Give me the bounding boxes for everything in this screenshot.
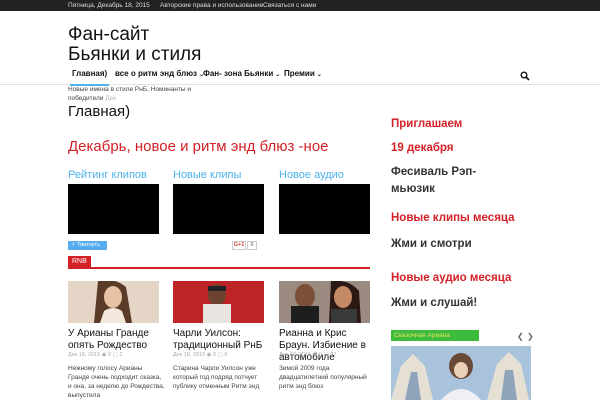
sidebar-new-audio[interactable]: Новые аудио месяца (391, 272, 511, 284)
sidebar-invite[interactable]: Приглашаем (391, 118, 462, 130)
chevron-right-icon[interactable]: ❯ (527, 332, 534, 341)
tweet-button[interactable]: ✧ Твитнуть (68, 241, 107, 250)
link-copyright[interactable]: Авторские права и использование (160, 1, 263, 10)
comment-count: 27 (330, 352, 337, 358)
ticker-date: Дек (105, 95, 117, 102)
article-thumbnail[interactable] (68, 281, 159, 323)
article-excerpt: Зимой 2009 года двадцатилетний популярны… (279, 365, 367, 390)
article-meta: Дек 18, 2015 ◉ 0 ▢ 2 (68, 352, 122, 358)
link-contact[interactable]: Связаться с нами (263, 1, 316, 10)
tweet-label: Твитнуть (77, 242, 100, 248)
article-meta: Дек 17, 2015 ◉ 0 ▢ 27 (279, 352, 336, 358)
logo-line-1: Фан-сайт (68, 24, 150, 45)
sidebar-listen-link[interactable]: Жми и слушай! (391, 297, 477, 309)
nav-item-label: все о ритм энд блюз (115, 69, 197, 78)
sidebar-date[interactable]: 19 декабря (391, 142, 454, 154)
article-title[interactable]: Рианна и Крис Браун. Избиение в автомоби… (279, 328, 374, 364)
section-divider (68, 267, 370, 269)
chevron-down-icon: ⌄ (316, 72, 322, 78)
nav-item-fan-zone[interactable]: Фан- зона Бьянки ⌄ (203, 63, 280, 85)
column-heading-new-audio[interactable]: Новое аудио (279, 169, 344, 181)
view-count: 0 (108, 352, 112, 358)
chevron-left-icon[interactable]: ❮ (517, 332, 524, 341)
ticker-text: Новые имена в стиле РнБ. Номинанты и поб… (68, 86, 192, 102)
video-player[interactable] (68, 184, 159, 234)
view-count: 0 (213, 352, 217, 358)
article-excerpt: Нежному голосу Арианы Гранде очень подхо… (68, 365, 165, 399)
nav-item-awards[interactable]: Премии ⌄ (284, 63, 322, 85)
site-logo[interactable]: Фан-сайт Бьянки и стиля (68, 25, 201, 65)
chevron-down-icon: ⌄ (275, 72, 281, 78)
column-heading-new-clips[interactable]: Новые клипы (173, 169, 241, 181)
nav-item-rnb[interactable]: все о ритм энд блюз ⌄ (115, 63, 204, 85)
main-heading: Декабрь, новое и ритм энд блюз -ное (68, 138, 329, 155)
nav-item-home[interactable]: Главная) (70, 63, 110, 86)
nav-item-label: Главная) (72, 69, 108, 78)
article-date: Дек 18, 2015 (68, 352, 101, 358)
comment-count: 2 (119, 352, 123, 358)
top-bar-date: Пятница, Декабрь 18, 2015 (68, 2, 150, 9)
article-excerpt: Старина Чарли Уилсон уже который год под… (173, 365, 260, 390)
video-player[interactable] (279, 184, 370, 234)
article-title[interactable]: У Арианы Гранде опять Рождество (68, 328, 163, 352)
sidebar-widget-title: Сказочная Ариана (391, 330, 479, 341)
article-date: Дек 18, 2015 (173, 352, 206, 358)
sidebar-watch-link[interactable]: Жми и смотри (391, 238, 472, 250)
gplus-button[interactable]: G+1 (232, 241, 246, 250)
comment-count: 0 (224, 352, 228, 358)
article-date: Дек 17, 2015 (279, 352, 312, 358)
nav-item-label: Фан- зона Бьянки (203, 69, 274, 78)
search-icon[interactable] (520, 68, 530, 81)
column-heading-ratings[interactable]: Рейтинг клипов (68, 169, 147, 181)
logo-line-2: Бьянки и стиля (68, 44, 202, 65)
nav-item-label: Премии (284, 69, 315, 78)
sidebar-festival-line-1[interactable]: Фесиваль Рэп- (391, 166, 476, 178)
main-nav: Главная) все о ритм энд блюз ⌄ Фан- зона … (0, 63, 600, 86)
news-ticker[interactable]: Новые имена в стиле РнБ. Номинанты и поб… (68, 85, 198, 103)
sidebar-new-clips[interactable]: Новые клипы месяца (391, 212, 515, 224)
article-thumbnail[interactable] (279, 281, 370, 323)
video-player[interactable] (173, 184, 264, 234)
article-meta: Дек 18, 2015 ◉ 0 ▢ 0 (173, 352, 227, 358)
article-thumbnail[interactable] (173, 281, 264, 323)
sidebar-festival-line-2[interactable]: мьюзик (391, 183, 435, 195)
view-count: 0 (319, 352, 323, 358)
gplus-count: 6 (247, 241, 257, 250)
top-bar: Пятница, Декабрь 18, 2015 Авторские прав… (0, 0, 600, 11)
sidebar-slider-image[interactable] (391, 346, 531, 400)
article-title[interactable]: Чарли Уилсон: традиционный РнБ (173, 328, 268, 352)
page-title: Главная) (68, 103, 131, 120)
